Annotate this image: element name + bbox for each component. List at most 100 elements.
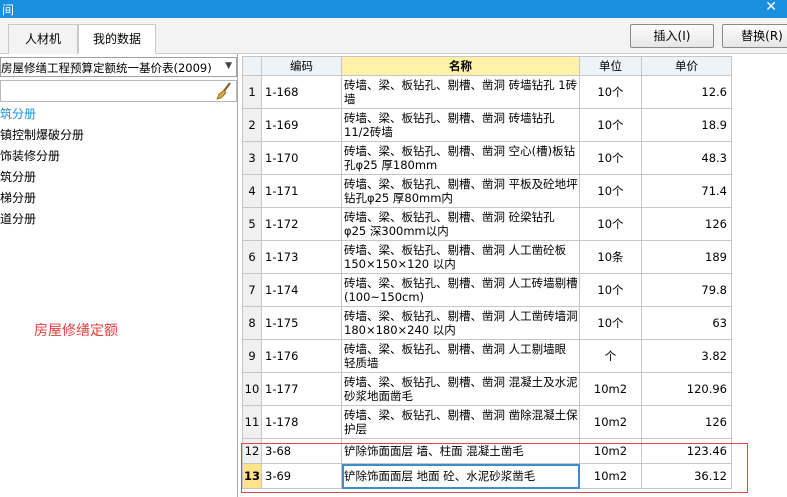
header-code[interactable]: 编码 bbox=[261, 56, 342, 76]
header-price[interactable]: 单价 bbox=[641, 56, 732, 76]
table-row[interactable]: 5 1-172 砖墙、梁、板钻孔、剔槽、凿洞 砼梁钻孔 φ25 深300mm以内… bbox=[242, 207, 732, 241]
cell-name: 砖墙、梁、板钻孔、剔槽、凿洞 砖墙钻孔 11/2砖墙 bbox=[341, 108, 580, 142]
row-index: 8 bbox=[242, 306, 262, 340]
cell-unit: 10个 bbox=[579, 306, 642, 340]
tree-item[interactable]: 道分册 bbox=[0, 209, 236, 230]
broom-icon[interactable] bbox=[215, 82, 233, 100]
cell-price: 126 bbox=[641, 207, 732, 241]
cell-code: 1-170 bbox=[261, 141, 342, 175]
cell-code: 1-171 bbox=[261, 174, 342, 208]
cell-code: 1-174 bbox=[261, 273, 342, 307]
cell-name: 砖墙、梁、板钻孔、剔槽、凿洞 人工凿砖墙洞 180×180×240 以内 bbox=[341, 306, 580, 340]
row-index: 5 bbox=[242, 207, 262, 241]
cell-name: 砖墙、梁、板钻孔、剔槽、凿洞 平板及砼地坪 钻孔φ25 厚80mm内 bbox=[341, 174, 580, 208]
cell-price: 12.6 bbox=[641, 75, 732, 109]
cell-price: 36.12 bbox=[641, 463, 732, 489]
row-index: 7 bbox=[242, 273, 262, 307]
cell-unit: 个 bbox=[579, 339, 642, 373]
header-index bbox=[242, 56, 262, 76]
cell-unit: 10个 bbox=[579, 108, 642, 142]
annotation-label: 房屋修缮定额 bbox=[34, 323, 118, 339]
row-index: 9 bbox=[242, 339, 262, 373]
row-index: 13 bbox=[242, 463, 262, 489]
cell-price: 3.82 bbox=[641, 339, 732, 373]
tree-item[interactable]: 筑分册 bbox=[0, 104, 236, 125]
cell-code: 1-178 bbox=[261, 405, 342, 439]
tree-item[interactable]: 镇控制爆破分册 bbox=[0, 125, 236, 146]
cell-unit: 10个 bbox=[579, 75, 642, 109]
row-index: 4 bbox=[242, 174, 262, 208]
table-row[interactable]: 3 1-170 砖墙、梁、板钻孔、剔槽、凿洞 空心(槽)板钻孔φ25 厚180m… bbox=[242, 141, 732, 175]
title-bar: 间 ✕ bbox=[0, 0, 787, 18]
search-input[interactable] bbox=[0, 80, 237, 102]
table-row[interactable]: 12 3-68 铲除饰面面层 墙、柱面 混凝土凿毛 10m2 123.46 bbox=[242, 438, 732, 464]
header-unit[interactable]: 单位 bbox=[579, 56, 642, 76]
cell-unit: 10m2 bbox=[579, 372, 642, 406]
cell-price: 48.3 bbox=[641, 141, 732, 175]
cell-code: 1-175 bbox=[261, 306, 342, 340]
table-row[interactable]: 7 1-174 砖墙、梁、板钻孔、剔槽、凿洞 人工砖墙剔槽 (100~150cm… bbox=[242, 273, 732, 307]
cell-name: 砖墙、梁、板钻孔、剔槽、凿洞 人工剔墙眼 轻质墙 bbox=[341, 339, 580, 373]
quota-library-select[interactable]: 房屋修缮工程预算定额统一基价表(2009) ▼ bbox=[0, 57, 237, 77]
table-row[interactable]: 1 1-168 砖墙、梁、板钻孔、剔槽、凿洞 砖墙钻孔 1砖墙 10个 12.6 bbox=[242, 75, 732, 109]
close-icon[interactable]: ✕ bbox=[765, 0, 777, 15]
cell-code: 1-172 bbox=[261, 207, 342, 241]
cell-price: 189 bbox=[641, 240, 732, 274]
cell-name: 砖墙、梁、板钻孔、剔槽、凿洞 空心(槽)板钻孔φ25 厚180mm bbox=[341, 141, 580, 175]
cell-price: 79.8 bbox=[641, 273, 732, 307]
table-row[interactable]: 13 3-69 铲除饰面面层 地面 砼、水泥砂浆凿毛 10m2 36.12 bbox=[242, 463, 732, 489]
cell-unit: 10m2 bbox=[579, 438, 642, 464]
cell-name: 铲除饰面面层 墙、柱面 混凝土凿毛 bbox=[341, 438, 580, 464]
cell-price: 71.4 bbox=[641, 174, 732, 208]
table-row[interactable]: 11 1-178 砖墙、梁、板钻孔、剔槽、凿洞 凿除混凝土保护层 10m2 12… bbox=[242, 405, 732, 439]
table-row[interactable]: 8 1-175 砖墙、梁、板钻孔、剔槽、凿洞 人工凿砖墙洞 180×180×24… bbox=[242, 306, 732, 340]
cell-price: 63 bbox=[641, 306, 732, 340]
quota-library-value: 房屋修缮工程预算定额统一基价表(2009) bbox=[1, 61, 212, 75]
table-row[interactable]: 9 1-176 砖墙、梁、板钻孔、剔槽、凿洞 人工剔墙眼 轻质墙 个 3.82 bbox=[242, 339, 732, 373]
tree-item[interactable]: 梯分册 bbox=[0, 188, 236, 209]
cell-unit: 10m2 bbox=[579, 405, 642, 439]
cell-price: 120.96 bbox=[641, 372, 732, 406]
tree-item[interactable]: 筑分册 bbox=[0, 167, 236, 188]
toolbar: 人材机 我的数据 插入(I) 替换(R) bbox=[0, 18, 787, 54]
cell-name: 砖墙、梁、板钻孔、剔槽、凿洞 人工凿砼板 150×150×120 以内 bbox=[341, 240, 580, 274]
cell-code: 3-69 bbox=[261, 463, 342, 489]
cell-name[interactable]: 铲除饰面面层 地面 砼、水泥砂浆凿毛 bbox=[341, 463, 580, 489]
tree-item[interactable]: 饰装修分册 bbox=[0, 146, 236, 167]
row-index: 2 bbox=[242, 108, 262, 142]
cell-name: 砖墙、梁、板钻孔、剔槽、凿洞 凿除混凝土保护层 bbox=[341, 405, 580, 439]
cell-code: 3-68 bbox=[261, 438, 342, 464]
table-row[interactable]: 6 1-173 砖墙、梁、板钻孔、剔槽、凿洞 人工凿砼板 150×150×120… bbox=[242, 240, 732, 274]
cell-code: 1-177 bbox=[261, 372, 342, 406]
cell-unit: 10个 bbox=[579, 174, 642, 208]
chapter-tree: 筑分册 镇控制爆破分册 饰装修分册 筑分册 梯分册 道分册 bbox=[0, 104, 236, 230]
window-title: 间 bbox=[2, 3, 15, 17]
cell-name: 砖墙、梁、板钻孔、剔槽、凿洞 混凝土及水泥砂浆地面凿毛 bbox=[341, 372, 580, 406]
cell-code: 1-176 bbox=[261, 339, 342, 373]
cell-unit: 10个 bbox=[579, 273, 642, 307]
cell-name: 砖墙、梁、板钻孔、剔槽、凿洞 人工砖墙剔槽 (100~150cm) bbox=[341, 273, 580, 307]
row-index: 1 bbox=[242, 75, 262, 109]
header-name[interactable]: 名称 bbox=[341, 56, 580, 76]
table-row[interactable]: 4 1-171 砖墙、梁、板钻孔、剔槽、凿洞 平板及砼地坪 钻孔φ25 厚80m… bbox=[242, 174, 732, 208]
tab-my-data[interactable]: 我的数据 bbox=[78, 24, 156, 54]
row-index: 11 bbox=[242, 405, 262, 439]
cell-price: 123.46 bbox=[641, 438, 732, 464]
insert-button[interactable]: 插入(I) bbox=[630, 24, 714, 48]
table-row[interactable]: 10 1-177 砖墙、梁、板钻孔、剔槽、凿洞 混凝土及水泥砂浆地面凿毛 10m… bbox=[242, 372, 732, 406]
row-index: 3 bbox=[242, 141, 262, 175]
cell-code: 1-173 bbox=[261, 240, 342, 274]
cell-unit: 10个 bbox=[579, 207, 642, 241]
left-panel: 房屋修缮工程预算定额统一基价表(2009) ▼ 筑分册 镇控制爆破分册 饰装修分… bbox=[0, 54, 238, 497]
chevron-down-icon[interactable]: ▼ bbox=[225, 61, 232, 71]
replace-button[interactable]: 替换(R) bbox=[722, 24, 787, 48]
cell-name: 砖墙、梁、板钻孔、剔槽、凿洞 砖墙钻孔 1砖墙 bbox=[341, 75, 580, 109]
tab-labor-material-machine[interactable]: 人材机 bbox=[8, 24, 78, 54]
quota-grid: 编码 名称 单位 单价 1 1-168 砖墙、梁、板钻孔、剔槽、凿洞 砖墙钻孔 … bbox=[242, 56, 787, 489]
cell-code: 1-168 bbox=[261, 75, 342, 109]
quota-table: 编码 名称 单位 单价 1 1-168 砖墙、梁、板钻孔、剔槽、凿洞 砖墙钻孔 … bbox=[242, 56, 732, 489]
cell-unit: 10m2 bbox=[579, 463, 642, 489]
cell-code: 1-169 bbox=[261, 108, 342, 142]
cell-unit: 10条 bbox=[579, 240, 642, 274]
table-row[interactable]: 2 1-169 砖墙、梁、板钻孔、剔槽、凿洞 砖墙钻孔 11/2砖墙 10个 1… bbox=[242, 108, 732, 142]
